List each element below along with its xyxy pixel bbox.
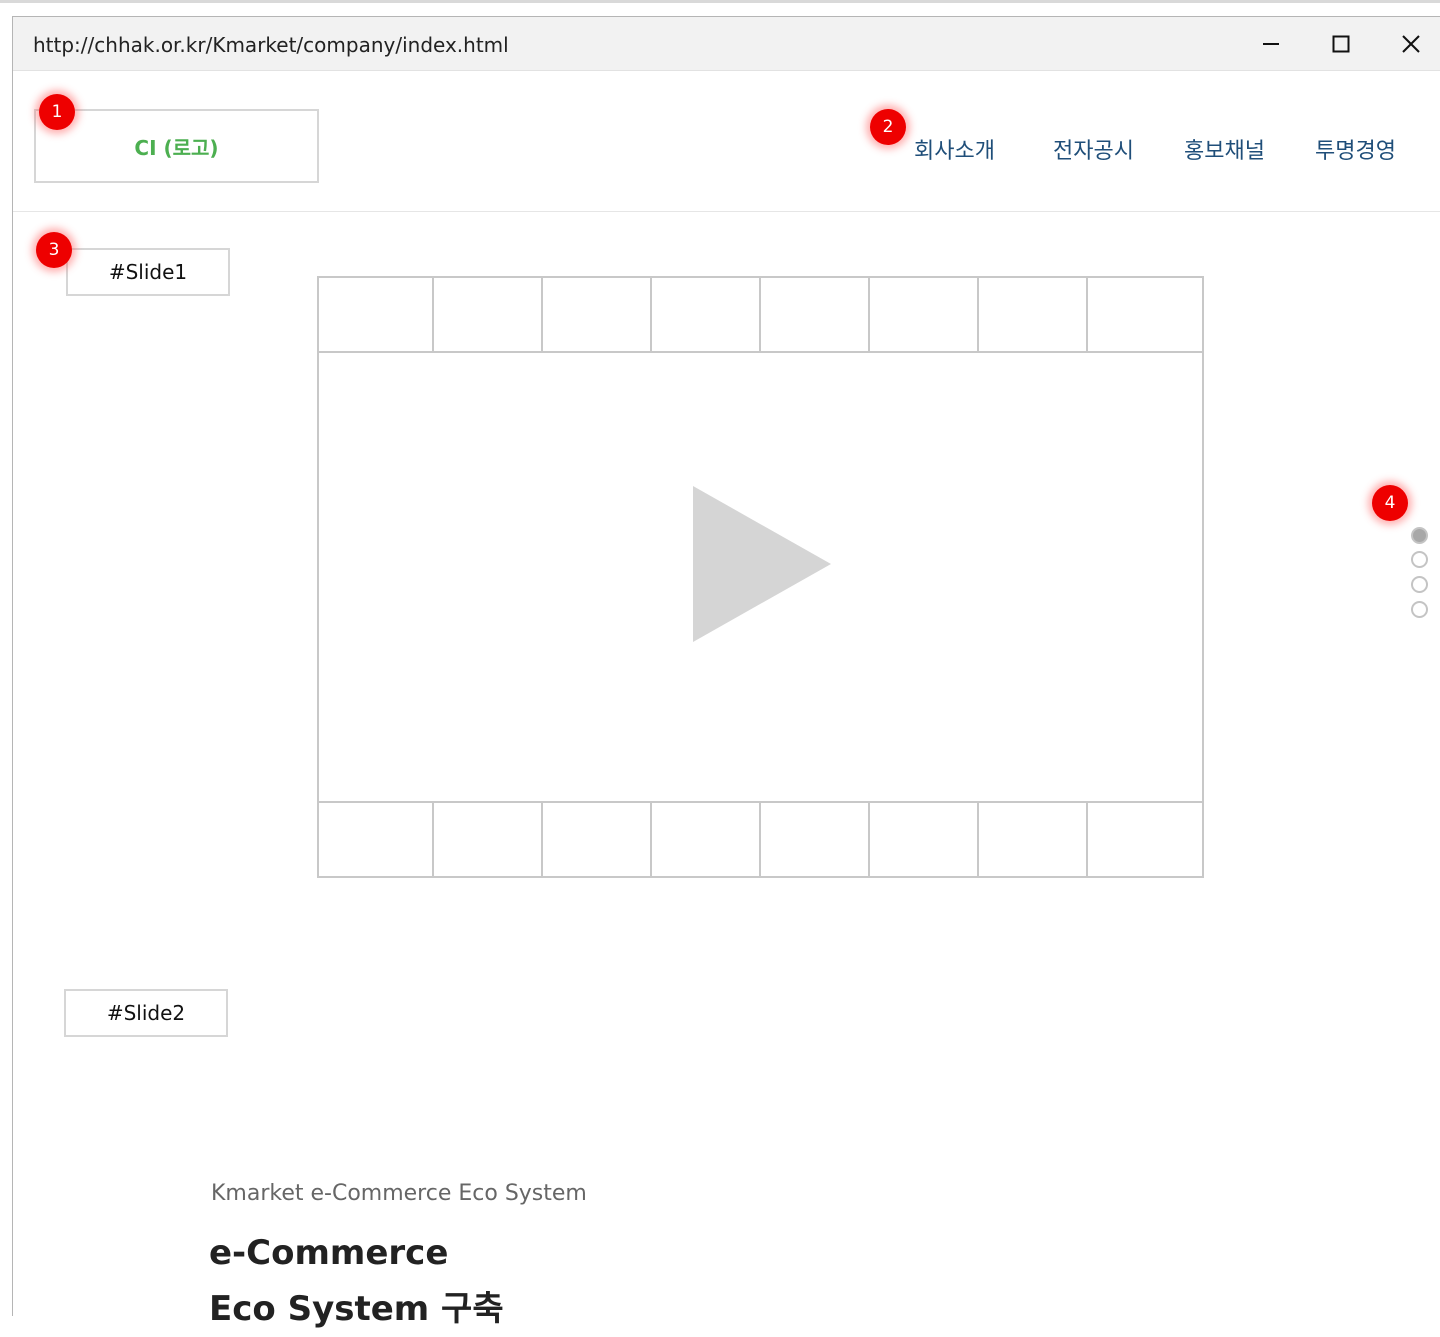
browser-window: http://chhak.or.kr/Kmarket/company/index… (12, 16, 1440, 1329)
top-strip (0, 0, 1440, 3)
film-cell (979, 278, 1088, 351)
film-cell (761, 803, 870, 876)
pager-dot-3[interactable] (1411, 576, 1428, 593)
annotation-badge-1: 1 (39, 94, 75, 130)
nav-item-pr-channel[interactable]: 홍보채널 (1184, 133, 1265, 165)
film-cell (434, 803, 543, 876)
maximize-button[interactable] (1326, 29, 1356, 59)
minimize-icon (1263, 43, 1279, 45)
film-cell (870, 278, 979, 351)
film-cell (543, 803, 652, 876)
title-bar: http://chhak.or.kr/Kmarket/company/index… (13, 17, 1440, 71)
video-placeholder[interactable] (317, 276, 1204, 878)
annotation-badge-3: 3 (36, 232, 72, 268)
film-cell (1088, 278, 1202, 351)
main-nav: 회사소개 전자공시 홍보채널 투명경영 (13, 133, 1440, 165)
minimize-button[interactable] (1256, 29, 1286, 59)
film-strip-top (319, 278, 1202, 353)
slide1-label: #Slide1 (66, 248, 230, 296)
close-button[interactable] (1396, 29, 1426, 59)
section-title-line2: Eco System 구축 (209, 1289, 504, 1329)
nav-item-ethics[interactable]: 투명경영 (1315, 133, 1396, 165)
film-cell (652, 803, 761, 876)
film-cell (319, 278, 434, 351)
site-header: CI (로고) 회사소개 전자공시 홍보채널 투명경영 (13, 71, 1440, 212)
film-cell (870, 803, 979, 876)
slide-pager (1409, 527, 1439, 627)
maximize-icon (1332, 35, 1350, 53)
pager-dot-1[interactable] (1411, 527, 1428, 544)
slide1-label-text: #Slide1 (108, 260, 188, 284)
pager-dot-4[interactable] (1411, 601, 1428, 618)
slide2-label: #Slide2 (64, 989, 228, 1037)
film-strip-bottom (319, 801, 1202, 876)
film-cell (979, 803, 1088, 876)
annotation-badge-2: 2 (870, 109, 906, 145)
slide2-label-text: #Slide2 (106, 1001, 186, 1025)
film-cell (652, 278, 761, 351)
nav-item-company[interactable]: 회사소개 (914, 133, 995, 165)
section-title-line1: e-Commerce (209, 1233, 449, 1273)
film-cell (1088, 803, 1202, 876)
close-icon (1402, 35, 1420, 53)
film-cell (319, 803, 434, 876)
annotation-badge-4: 4 (1372, 485, 1408, 521)
film-cell (761, 278, 870, 351)
section-subtitle: Kmarket e-Commerce Eco System (211, 1181, 587, 1206)
film-cell (434, 278, 543, 351)
section-title: e-Commerce Eco System 구축 (209, 1225, 504, 1337)
pager-dot-2[interactable] (1411, 551, 1428, 568)
play-icon[interactable] (693, 486, 833, 646)
film-cell (543, 278, 652, 351)
nav-item-disclosure[interactable]: 전자공시 (1053, 133, 1134, 165)
address-url[interactable]: http://chhak.or.kr/Kmarket/company/index… (33, 33, 509, 57)
